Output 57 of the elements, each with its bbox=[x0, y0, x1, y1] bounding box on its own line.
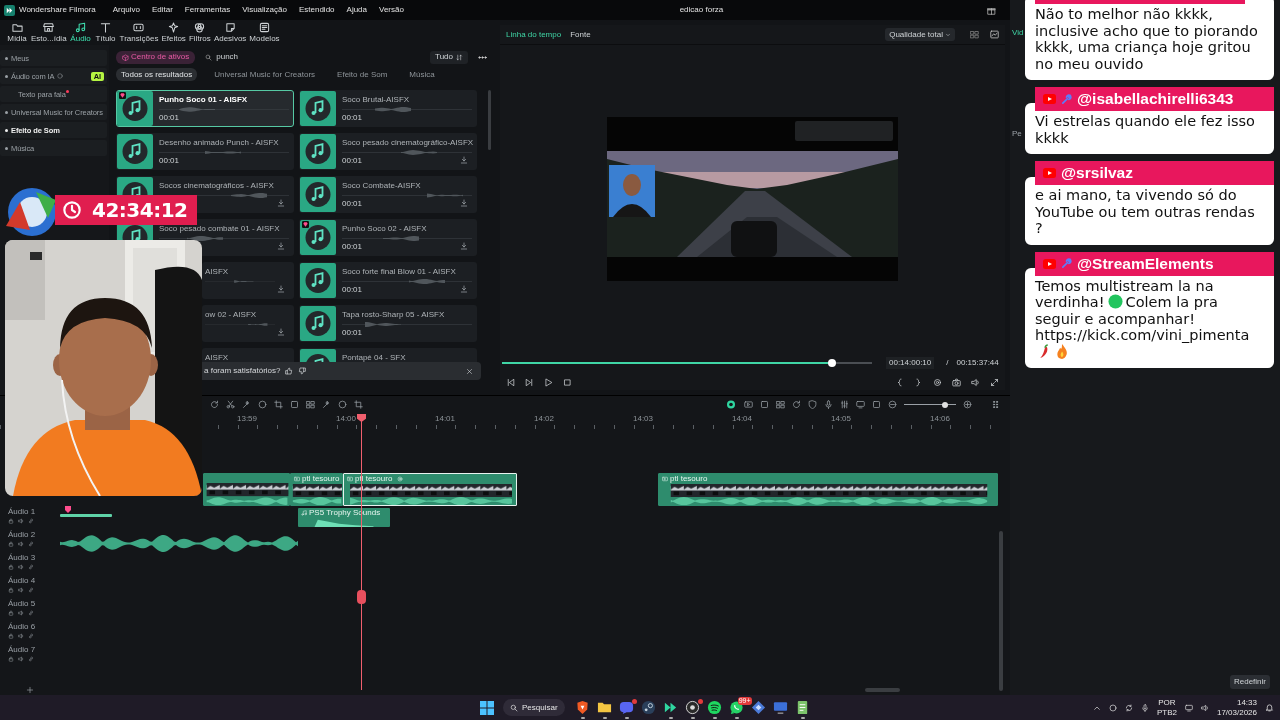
current-time: 00:14:00:10 bbox=[886, 357, 935, 369]
username: @isabellachirelli6343 bbox=[1077, 90, 1234, 108]
sound-title: Soco Combate-AISFX bbox=[342, 181, 421, 191]
message-text: Não to melhor não kkkk, inclusive acho que to piorando kkkk, uma criança hoje gritou no meu ouvido bbox=[1035, 6, 1259, 72]
ruler-label: 13:59 bbox=[237, 414, 258, 424]
duration: 00:01 bbox=[342, 113, 363, 123]
ruler-label: 14:01 bbox=[435, 414, 456, 424]
sound-title: Punho Soco 02 - AISFX bbox=[342, 224, 427, 234]
message-text: https://kick.com/vini_pimenta bbox=[1035, 327, 1250, 343]
time-separator: / bbox=[946, 358, 949, 368]
sound-title: Pontapé 04 - SFX bbox=[342, 353, 406, 363]
sound-title: ow 02 - AISFX bbox=[205, 310, 257, 320]
sound-title: Soco Brutal-AISFX bbox=[342, 95, 410, 105]
track-label: Áudio 5 bbox=[8, 599, 36, 609]
app-name: Wondershare Filmora bbox=[19, 5, 96, 15]
duration: 00:01 bbox=[342, 285, 363, 295]
sound-title: Punho Soco 01 - AISFX bbox=[159, 95, 248, 105]
ruler-label: 14:03 bbox=[633, 414, 654, 424]
duration: 00:01 bbox=[342, 156, 363, 166]
section-label: Pe bbox=[1012, 128, 1022, 139]
ruler-label: 14:06 bbox=[930, 414, 951, 424]
username: @StreamElements bbox=[1077, 254, 1214, 273]
duration: 00:01 bbox=[159, 156, 180, 166]
duration: 00:01 bbox=[342, 242, 363, 252]
track-label: Áudio 3 bbox=[8, 553, 36, 563]
clip-label: ptl tesouro bbox=[670, 474, 708, 484]
total-time: 00:15:37:44 bbox=[956, 358, 999, 368]
track-label: Áudio 2 bbox=[8, 530, 36, 540]
sound-title: AISFX bbox=[205, 353, 229, 363]
feedback-question: a foram satisfatórios? bbox=[204, 366, 281, 376]
track-label: Áudio 1 bbox=[8, 507, 36, 517]
ruler-label: 14:05 bbox=[831, 414, 852, 424]
clip-label: ptl tesouro bbox=[302, 474, 340, 484]
sound-title: Soco pesado combate 01 - AISFX bbox=[159, 224, 280, 234]
duration: 00:01 bbox=[342, 199, 363, 209]
sound-title: AISFX bbox=[205, 267, 229, 277]
duration: 00:01 bbox=[342, 328, 363, 338]
track-label: Áudio 4 bbox=[8, 576, 36, 586]
message-text: e ai mano, ta vivendo só do YouTube ou tem outras rendas ? bbox=[1035, 187, 1256, 237]
sound-title: Socos cinematográficos - AISFX bbox=[159, 181, 274, 191]
duration: 00:01 bbox=[159, 113, 180, 123]
message-text: Temos multistream la na bbox=[1035, 277, 1214, 294]
sound-title: Desenho animado Punch - AISFX bbox=[159, 138, 279, 148]
track-label: Áudio 7 bbox=[8, 645, 36, 655]
message-text: Vi estrelas quando ele fez isso kkkk bbox=[1035, 113, 1256, 146]
message-text: Colem la pra bbox=[1125, 294, 1218, 310]
window-title: edicao forza bbox=[679, 5, 724, 15]
message-text: verdinha! bbox=[1035, 294, 1105, 310]
sound-title: Soco pesado cinematográfico-AISFX bbox=[342, 138, 474, 148]
sound-title: Tapa rosto-Sharp 05 - AISFX bbox=[342, 310, 445, 320]
username: @srsilvaz bbox=[1061, 164, 1133, 182]
ruler-label: 14:04 bbox=[732, 414, 753, 424]
ruler-label: 14:02 bbox=[534, 414, 555, 424]
sound-title: Soco forte final Blow 01 - AISFX bbox=[342, 267, 456, 277]
track-label: Áudio 6 bbox=[8, 622, 36, 632]
ruler-label: 14:00 bbox=[336, 414, 357, 424]
message-text: seguir e acompanhar! bbox=[1035, 310, 1195, 327]
